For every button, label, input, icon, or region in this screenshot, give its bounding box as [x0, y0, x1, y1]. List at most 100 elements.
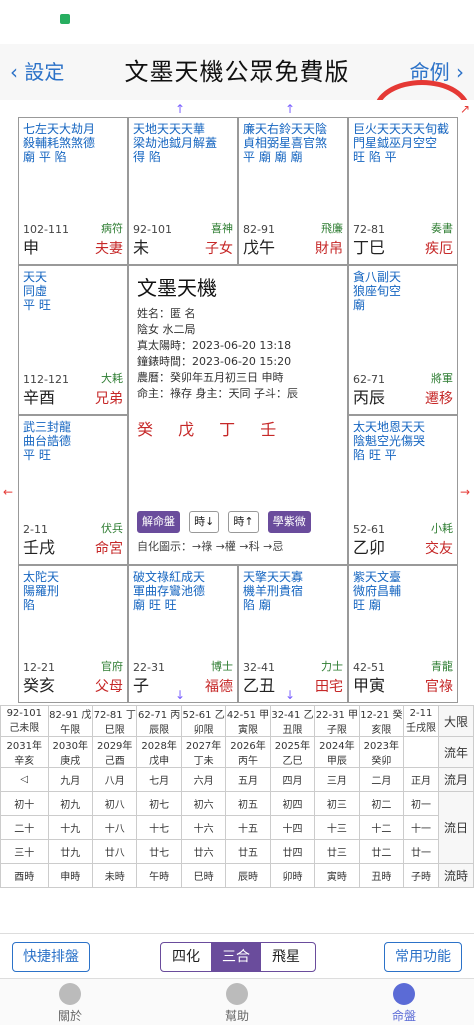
dayun-cell[interactable]: 32-41 乙丑限	[269, 705, 316, 737]
month-cell[interactable]: 五月	[225, 767, 271, 792]
hour-cell[interactable]: 巳時	[180, 863, 227, 888]
palace-cell-top-left[interactable]: 七左天大劫月 殺輔耗煞煞德 廟 平 陷 102-111 病符 申 夫妻	[18, 117, 128, 265]
segment-feixing[interactable]: 飛星	[261, 943, 311, 971]
palace-branch: 丁巳	[353, 238, 386, 257]
hour-cell[interactable]: 子時	[403, 863, 439, 888]
segment-sanhe[interactable]: 三合	[211, 943, 261, 971]
day-cell[interactable]: 初五	[225, 791, 271, 816]
liunian-cell[interactable]	[403, 736, 439, 768]
day-cell[interactable]: 廿一	[403, 839, 439, 864]
hour-cell[interactable]: 丑時	[358, 863, 405, 888]
day-cell[interactable]: 初六	[180, 791, 227, 816]
day-cell[interactable]: 初九	[47, 791, 93, 816]
month-cell[interactable]: 正月	[403, 767, 439, 792]
day-cell[interactable]: 十五	[225, 815, 271, 840]
day-cell[interactable]: 初八	[91, 791, 138, 816]
palace-stars: 太陀天 陽羅刑 陷	[23, 570, 60, 612]
month-cell[interactable]: 六月	[180, 767, 227, 792]
palace-cell-top-right[interactable]: 巨火天天天天旬截 門星鉞巫月空空 旺 陷 平 72-81 奏書 丁巳 疾厄	[348, 117, 458, 265]
day-cell[interactable]: 廿七	[136, 839, 182, 864]
month-cell[interactable]: 八月	[91, 767, 138, 792]
palace-cell-mid-left-top[interactable]: 天天 同虛 平 旺 112-121 大耗 辛酉 兄弟	[18, 265, 128, 415]
hour-cell[interactable]: 未時	[91, 863, 138, 888]
liunian-cell[interactable]: 2023年 癸卯	[358, 736, 405, 768]
dayun-cell[interactable]: 92-101 己未限	[0, 705, 49, 737]
day-cell[interactable]: 廿九	[47, 839, 93, 864]
dayun-cell[interactable]: 72-81 丁巳限	[91, 705, 138, 737]
day-cell[interactable]: 十三	[314, 815, 360, 840]
center-title: 文墨天機	[137, 276, 217, 300]
month-cell[interactable]: 九月	[47, 767, 93, 792]
dayun-cell[interactable]: 22-31 甲子限	[314, 705, 360, 737]
hour-next-button[interactable]: 時↑	[228, 511, 259, 533]
learn-button[interactable]: 學紫微	[267, 511, 311, 533]
palace-minor: 力士	[321, 660, 343, 673]
dayun-cell[interactable]: 52-61 乙卯限	[180, 705, 227, 737]
liunian-cell[interactable]: 2027年 丁未	[180, 736, 227, 768]
day-cell[interactable]: 十二	[358, 815, 405, 840]
dayun-cell[interactable]: 2-11 壬戌限	[403, 705, 439, 737]
day-cell[interactable]: 初七	[136, 791, 182, 816]
palace-cell-mid-left-bot[interactable]: 武三封龍 曲台誥德 平 旺 2-11 伏兵 壬戌 命宮	[18, 415, 128, 565]
tab-help[interactable]: 幫助	[197, 983, 277, 1024]
palace-cell-bot-mid-right[interactable]: 天擎天天寡 機羊刑貴宿 陷 廟 32-41 力士 乙丑 田宅	[238, 565, 348, 703]
day-cell[interactable]: 初三	[314, 791, 360, 816]
jieming-button[interactable]: 解命盤	[137, 511, 180, 533]
month-cell[interactable]: 七月	[136, 767, 182, 792]
hour-cell[interactable]: 午時	[136, 863, 182, 888]
day-cell[interactable]: 廿二	[358, 839, 405, 864]
back-button[interactable]: ‹ 設定	[10, 54, 64, 90]
segment-sihua[interactable]: 四化	[161, 943, 211, 971]
day-cell[interactable]: 三十	[0, 839, 49, 864]
day-cell[interactable]: 十九	[47, 815, 93, 840]
liunian-cell[interactable]: 2025年 乙巳	[269, 736, 316, 768]
liunian-cell[interactable]: 2030年 庚戌	[47, 736, 93, 768]
quick-chart-button[interactable]: 快捷排盤	[12, 942, 90, 972]
palace-cell-bot-mid-left[interactable]: 破文祿紅成天 軍曲存鸞池德 廟 旺 旺 22-31 博士 子 福德	[128, 565, 238, 703]
day-cell[interactable]: 初二	[358, 791, 405, 816]
hour-cell[interactable]: 卯時	[269, 863, 316, 888]
day-cell[interactable]: 初十	[0, 791, 49, 816]
day-cell[interactable]: 廿八	[91, 839, 138, 864]
day-cell[interactable]: 十四	[269, 815, 316, 840]
month-cell[interactable]: 二月	[358, 767, 405, 792]
day-cell[interactable]: 十八	[91, 815, 138, 840]
liunian-cell[interactable]: 2028年 戊申	[136, 736, 182, 768]
hour-cell[interactable]: 辰時	[225, 863, 271, 888]
hour-cell[interactable]: 寅時	[314, 863, 360, 888]
palace-cell-mid-right-top[interactable]: 貪八副天 狼座旬空 廟 62-71 將軍 丙辰 遷移	[348, 265, 458, 415]
hour-cell[interactable]: 申時	[47, 863, 93, 888]
day-cell[interactable]: 初四	[269, 791, 316, 816]
tab-chart[interactable]: 命盤	[364, 983, 444, 1024]
dayun-cell[interactable]: 42-51 甲寅限	[225, 705, 271, 737]
palace-cell-bot-right[interactable]: 紫天文臺 微府昌輔 旺 廟 42-51 青龍 甲寅 官祿	[348, 565, 458, 703]
common-functions-button[interactable]: 常用功能	[384, 942, 462, 972]
day-cell[interactable]: 十一	[403, 815, 439, 840]
day-cell[interactable]: 廿五	[225, 839, 271, 864]
prev-icon[interactable]: ◁	[0, 767, 49, 792]
dayun-cell[interactable]: 12-21 癸亥限	[358, 705, 405, 737]
liunian-cell[interactable]: 2026年 丙午	[225, 736, 271, 768]
palace-cell-top-mid-left[interactable]: 天地天天天華 梁劫池鉞月解蓋 得 陷 92-101 喜神 未 子女	[128, 117, 238, 265]
liunian-cell[interactable]: 2031年 辛亥	[0, 736, 49, 768]
day-cell[interactable]: 十六	[180, 815, 227, 840]
day-cell[interactable]: 廿六	[180, 839, 227, 864]
day-cell[interactable]: 二十	[0, 815, 49, 840]
hour-prev-button[interactable]: 時↓	[189, 511, 220, 533]
day-cell[interactable]: 十七	[136, 815, 182, 840]
dayun-cell[interactable]: 62-71 丙辰限	[136, 705, 182, 737]
palace-cell-mid-right-bot[interactable]: 太天地恩天天 陰魁空光傷哭 陷 旺 平 52-61 小耗 乙卯 交友	[348, 415, 458, 565]
liunian-cell[interactable]: 2024年 甲辰	[314, 736, 360, 768]
day-cell[interactable]: 廿三	[314, 839, 360, 864]
liunian-cell[interactable]: 2029年 己酉	[91, 736, 138, 768]
dayun-cell[interactable]: 82-91 戊午限	[47, 705, 93, 737]
day-cell[interactable]: 初一	[403, 791, 439, 816]
day-cell[interactable]: 廿四	[269, 839, 316, 864]
hour-cell[interactable]: 酉時	[0, 863, 49, 888]
palace-stars: 七左天大劫月 殺輔耗煞煞德 廟 平 陷	[23, 122, 96, 164]
month-cell[interactable]: 三月	[314, 767, 360, 792]
tab-about[interactable]: 關於	[30, 983, 110, 1024]
month-cell[interactable]: 四月	[269, 767, 316, 792]
palace-cell-bot-left[interactable]: 太陀天 陽羅刑 陷 12-21 官府 癸亥 父母	[18, 565, 128, 703]
palace-cell-top-mid-right[interactable]: 廉天右鈴天天陰 貞相弼星喜官煞 平 廟 廟 廟 82-91 飛廉 戊午 財帛	[238, 117, 348, 265]
